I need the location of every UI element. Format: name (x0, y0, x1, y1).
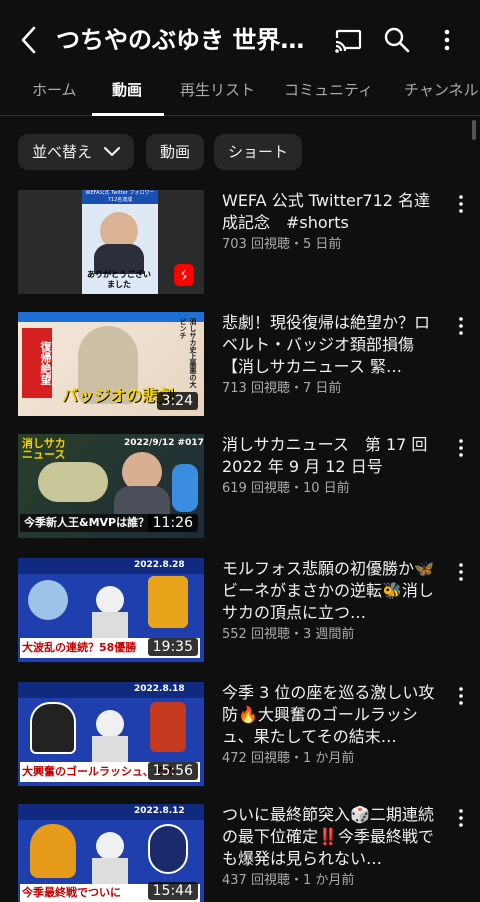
video-row[interactable]: 2022.8.18 大興奮のゴールラッシュ、その 15:56 今季 3 位の座を… (0, 682, 480, 792)
thumbnail-caption: 消しサカ史上最悪の大ピンチ (179, 318, 197, 388)
video-meta: 今季 3 位の座を巡る激しい攻防🔥大興奮のゴールラッシュ、果たしてその結末… 4… (222, 682, 442, 768)
video-stats: 552 回視聴・3 週間前 (222, 627, 355, 642)
video-stats: 703 回視聴・5 日前 (222, 237, 342, 252)
video-thumbnail[interactable]: WEFA公式 Twitter フォロワー712名達成 ありがとうございました (18, 190, 204, 294)
tab-playlists[interactable]: 再生リスト (180, 72, 255, 116)
video-duration: 15:44 (147, 882, 198, 900)
shorts-chip[interactable]: ショート (214, 134, 303, 170)
sort-chip[interactable]: 並べ替え (18, 134, 135, 170)
video-stats: 713 回視聴・7 日前 (222, 381, 342, 396)
video-row[interactable]: WEFA公式 Twitter フォロワー712名達成 ありがとうございました W… (0, 190, 480, 300)
video-more-icon[interactable] (452, 684, 470, 708)
video-more-icon[interactable] (452, 560, 470, 584)
video-stats: 472 回視聴・1 か月前 (222, 751, 355, 766)
video-thumbnail[interactable]: 2022.8.28 大波乱の連続？58優勝 19:35 (18, 558, 204, 662)
channel-tabs: ホーム 動画 再生リスト コミュニティ チャンネル (0, 72, 480, 116)
video-title[interactable]: 今季 3 位の座を巡る激しい攻防🔥大興奮のゴールラッシュ、果たしてその結末… (222, 682, 442, 748)
video-title[interactable]: WEFA 公式 Twitter712 名達成記念 #shorts (222, 190, 442, 234)
video-thumbnail[interactable]: 2022.8.18 大興奮のゴールラッシュ、その 15:56 (18, 682, 204, 786)
tab-community[interactable]: コミュニティ (284, 72, 373, 116)
video-thumbnail[interactable]: 消しサカ ニュース 2022/9/12 #017 今季新人王&MVPは誰？ 11:… (18, 434, 204, 538)
video-title[interactable]: ついに最終節突入🎲二期連続の最下位確定‼️今季最終戦でも爆発は見られない… (222, 804, 442, 870)
more-vert-icon[interactable] (431, 24, 463, 56)
video-stats: 437 回視聴・1 か月前 (222, 873, 355, 888)
tab-videos[interactable]: 動画 (112, 72, 142, 116)
video-stats: 619 回視聴・10 日前 (222, 481, 350, 496)
video-title[interactable]: 消しサカニュース 第 17 回 2022 年 9 月 12 日号 (222, 434, 442, 478)
video-duration: 11:26 (147, 514, 198, 532)
tab-home[interactable]: ホーム (32, 72, 77, 116)
video-meta: モルフォス悲願の初優勝か🦋ビーネがまさかの逆転🐝消しサカの頂点に立つ… 552 … (222, 558, 442, 644)
scrollbar[interactable] (472, 120, 476, 140)
thumbnail-caption: WEFA公式 Twitter フォロワー712名達成 (82, 190, 158, 204)
video-more-icon[interactable] (452, 314, 470, 338)
video-title[interactable]: 悲劇！現役復帰は絶望か？ロベルト・バッジオ頚部損傷【消しサカニュース 緊… (222, 312, 442, 378)
video-row[interactable]: 2022.8.12 今季最終戦でついに 15:44 ついに最終節突入🎲二期連続の… (0, 804, 480, 902)
video-meta: 悲劇！現役復帰は絶望か？ロベルト・バッジオ頚部損傷【消しサカニュース 緊… 71… (222, 312, 442, 398)
video-duration: 15:56 (147, 762, 198, 780)
videos-chip[interactable]: 動画 (146, 134, 205, 170)
video-duration: 19:35 (147, 638, 198, 656)
video-meta: WEFA 公式 Twitter712 名達成記念 #shorts 703 回視聴… (222, 190, 442, 254)
top-app-bar: つちやのぶゆき 世界… (0, 0, 480, 80)
video-row[interactable]: 消しサカ ニュース 2022/9/12 #017 今季新人王&MVPは誰？ 11:… (0, 434, 480, 544)
video-meta: ついに最終節突入🎲二期連続の最下位確定‼️今季最終戦でも爆発は見られない… 43… (222, 804, 442, 890)
video-thumbnail[interactable]: 2022.8.12 今季最終戦でついに 15:44 (18, 804, 204, 902)
cast-icon[interactable] (332, 24, 364, 56)
shorts-icon (174, 264, 194, 286)
video-duration: 3:24 (156, 392, 198, 410)
channel-title: つちやのぶゆき 世界… (56, 26, 305, 54)
search-icon[interactable] (381, 24, 413, 56)
thumbnail-caption: ありがとうございました (87, 270, 151, 289)
chevron-down-icon (104, 147, 121, 156)
video-thumbnail[interactable]: 復帰絶望 消しサカ史上最悪の大ピンチ バッジオの悲劇 3:24 (18, 312, 204, 416)
video-row[interactable]: 復帰絶望 消しサカ史上最悪の大ピンチ バッジオの悲劇 3:24 悲劇！現役復帰は… (0, 312, 480, 422)
thumbnail-caption: 2022.8.28 (134, 560, 185, 570)
video-more-icon[interactable] (452, 192, 470, 216)
thumbnail-caption: 2022/9/12 #017 (124, 438, 204, 448)
active-tab-indicator (92, 113, 164, 116)
tab-channels[interactable]: チャンネル (404, 72, 479, 116)
thumbnail-caption: 2022.8.12 (134, 806, 185, 816)
video-row[interactable]: 2022.8.28 大波乱の連続？58優勝 19:35 モルフォス悲願の初優勝か… (0, 558, 480, 668)
video-more-icon[interactable] (452, 436, 470, 460)
video-meta: 消しサカニュース 第 17 回 2022 年 9 月 12 日号 619 回視聴… (222, 434, 442, 498)
sort-chip-label: 並べ替え (32, 143, 93, 161)
back-arrow-icon[interactable] (14, 22, 44, 58)
thumbnail-caption: 今季新人王&MVPは誰？ (20, 514, 160, 532)
video-title[interactable]: モルフォス悲願の初優勝か🦋ビーネがまさかの逆転🐝消しサカの頂点に立つ… (222, 558, 442, 624)
thumbnail-caption: 2022.8.18 (134, 684, 185, 694)
video-more-icon[interactable] (452, 806, 470, 830)
